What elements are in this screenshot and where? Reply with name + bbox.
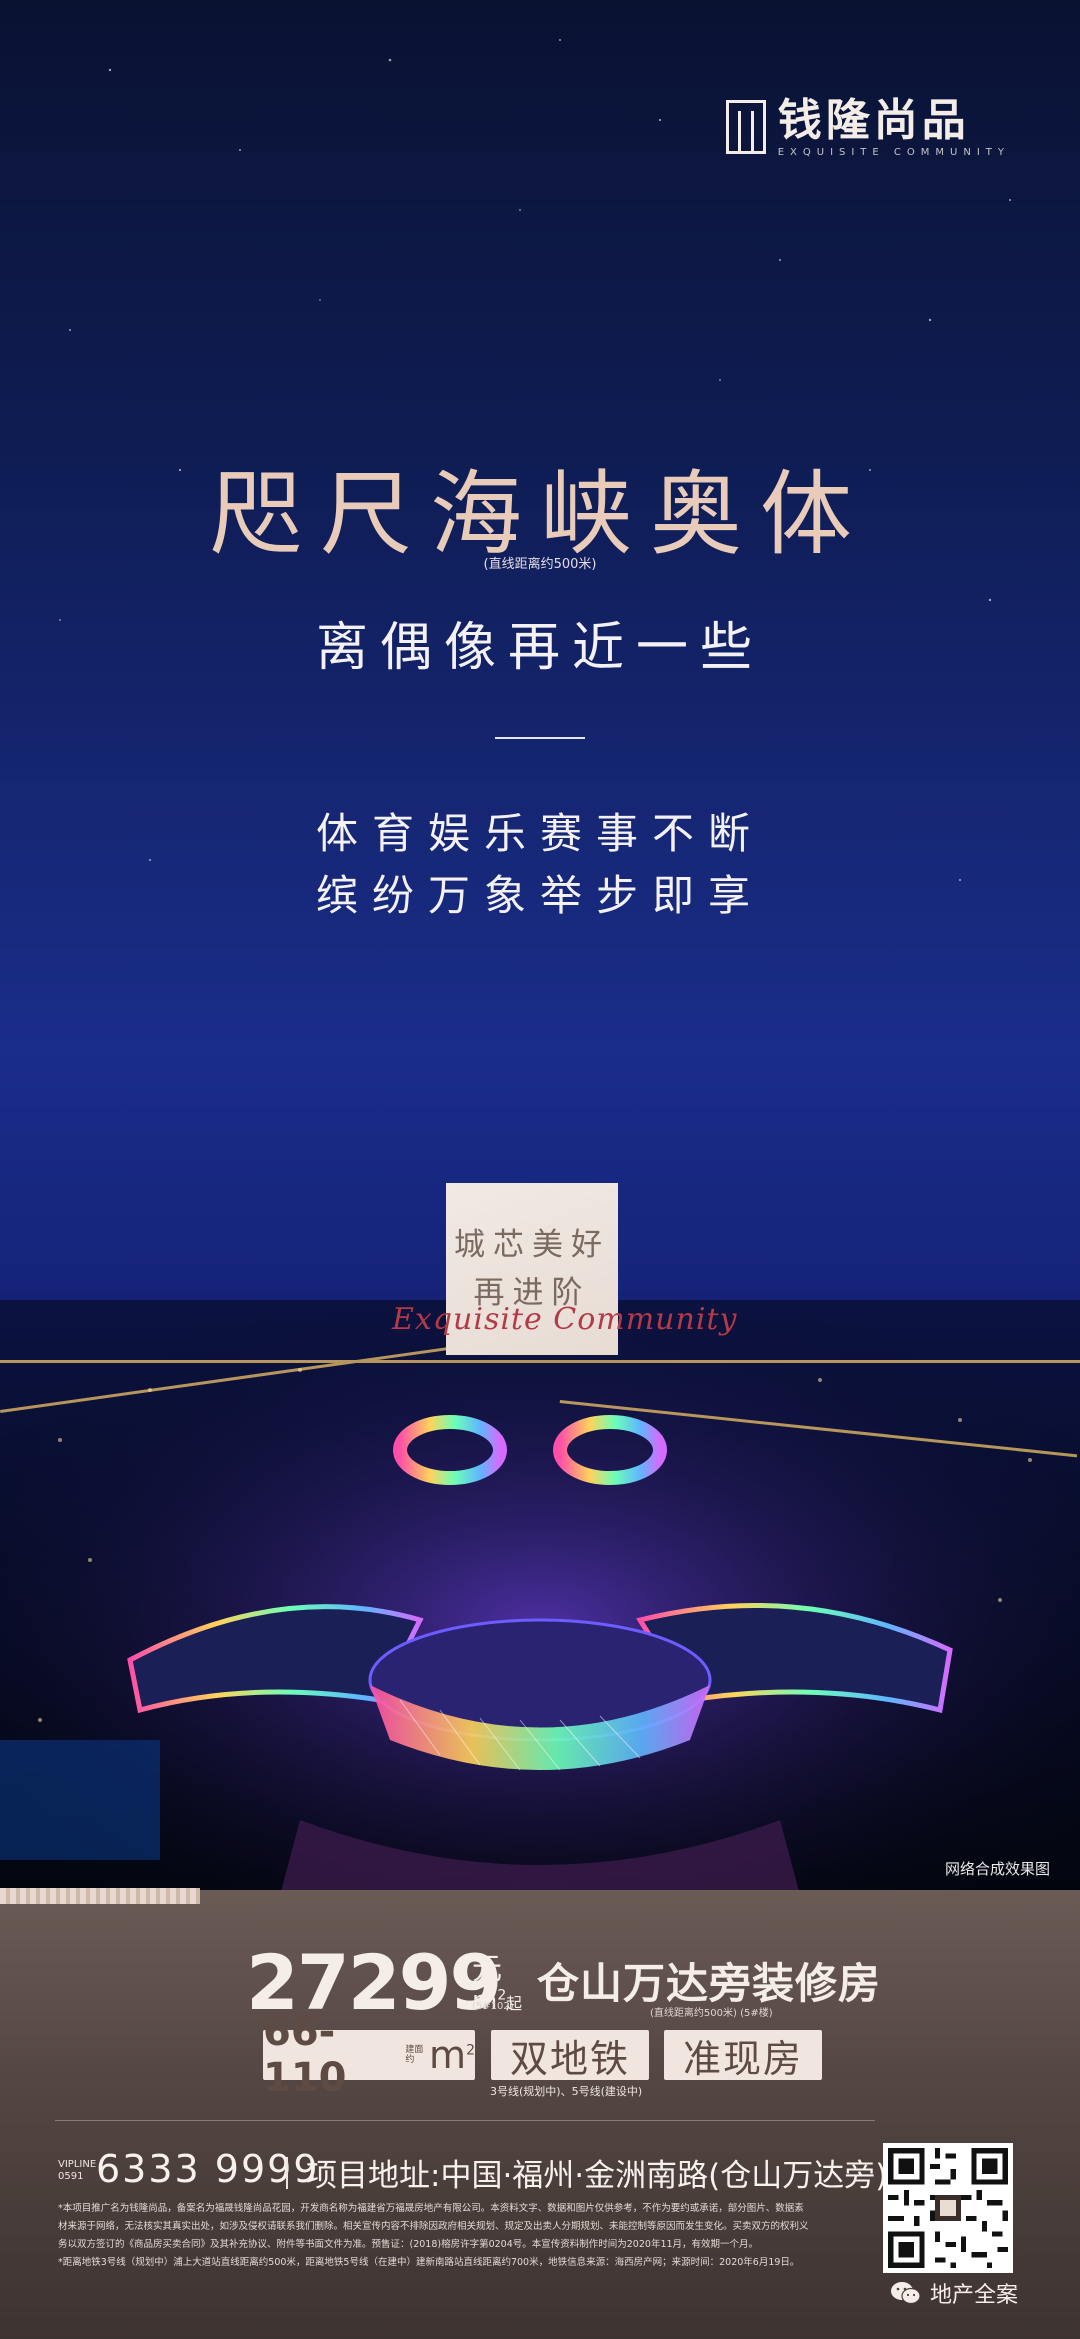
area-unit: m2: [429, 2033, 475, 2077]
disclaimer-line: *本项目推广名为钱隆尚品，备案名为福晟钱隆尚品花园，开发商名称为福建省万福晟房地…: [58, 2203, 804, 2214]
vip-label: VIPLINE 0591: [58, 2159, 97, 2182]
stadium-night-photo: [0, 1300, 1080, 1895]
image-caption: 网络合成效果图: [944, 1860, 1050, 1878]
price-qi: 起: [506, 1994, 523, 2013]
logo-name: 钱隆尚品: [777, 95, 970, 146]
disclaimer-line: *距离地铁3号线（规划中）浦上大道站直线距离约500米，距离地铁5号线（在建中）…: [58, 2257, 800, 2268]
hero-subtitle: 离偶像再近一些: [315, 618, 764, 678]
decorative-strip: [0, 1888, 200, 1904]
offer-headline-note: (直线距离约500米) (5#楼): [650, 2008, 773, 2019]
hero-line-2: 缤纷万象举步即享: [315, 871, 764, 920]
disclaimer-line: 材来源于网络，无法核实其真实出处，如涉及侵权请联系我们删除。相关宣传内容不排除因…: [58, 2221, 809, 2232]
offer-headline: 仓山万达旁装修房: [537, 1959, 882, 2008]
qr-code-icon[interactable]: [883, 2143, 1013, 2273]
separator-line: [55, 2120, 875, 2121]
brand-logo: 钱隆尚品 EXQUISITE COMMUNITY: [725, 95, 1010, 158]
area-range: 66-110: [263, 2009, 347, 2101]
metro-note: 3号线(规划中)、5号线(建设中): [490, 2085, 643, 2098]
wechat-icon: [891, 2282, 921, 2305]
divider: [495, 737, 585, 739]
badge-script: Exquisite Community: [392, 1302, 738, 1337]
ready-tag: 准现房: [664, 2030, 822, 2081]
disclaimer-line: 务以双方签订的《商品房买卖合同》及其补充协议、附件等书面文件为准。预售证：(20…: [58, 2239, 759, 2250]
building-logo-icon: [725, 99, 766, 154]
vertical-separator: [286, 2157, 288, 2189]
disclaimer: *本项目推广名为钱隆尚品，备案名为福晟钱隆尚品花园，开发商名称为福建省万福晟房地…: [58, 2200, 868, 2272]
area-tag: 66-110 建面约 m2: [263, 2009, 475, 2101]
distance-note: (直线距离约500米): [483, 557, 597, 572]
badge-line-1: 城芯美好: [454, 1227, 610, 1263]
poster: 钱隆尚品 EXQUISITE COMMUNITY 咫尺海峡奥体 (直线距离约50…: [0, 0, 1080, 2339]
logo-tagline: EXQUISITE COMMUNITY: [777, 147, 1010, 158]
price-unit-yuan: 元: [472, 1952, 502, 1987]
metro-tag: 双地铁: [491, 2030, 649, 2081]
hero-line-1: 体育娱乐赛事不断: [315, 809, 764, 858]
area-small-label: 建面约: [405, 2045, 424, 2065]
watermark-text: 地产全案: [930, 2283, 1019, 2308]
project-address: 项目地址:中国·福州·金洲南路(仓山万达旁): [306, 2158, 888, 2194]
watermark: 地产全案: [890, 2277, 1018, 2309]
